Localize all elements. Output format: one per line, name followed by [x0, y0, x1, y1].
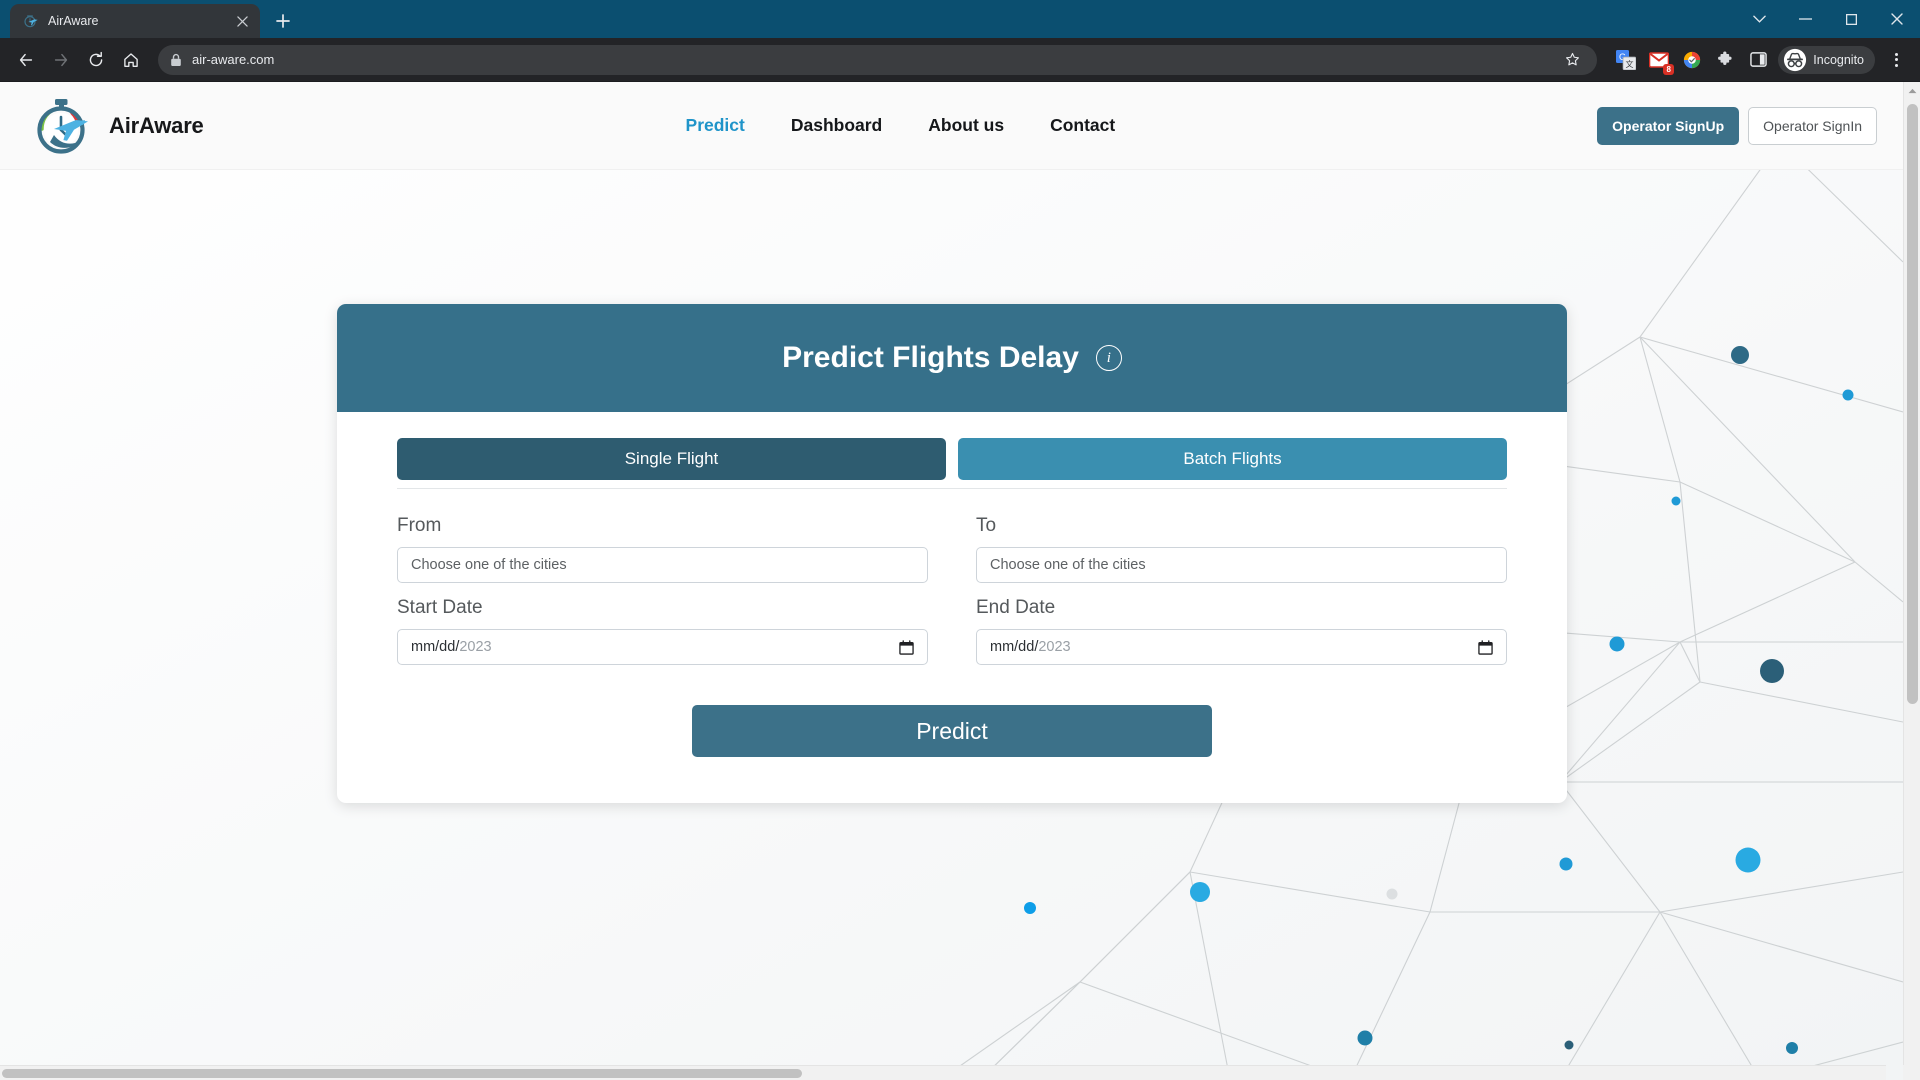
tab-search-chevron-down-icon[interactable] [1736, 0, 1782, 38]
predict-card-header: Predict Flights Delay i [337, 304, 1567, 412]
to-input[interactable]: Choose one of the cities [976, 547, 1507, 583]
gmail-icon[interactable]: 8 [1647, 48, 1675, 75]
predict-button[interactable]: Predict [692, 705, 1212, 757]
flight-mode-tabs: Single Flight Batch Flights [397, 438, 1507, 480]
google-translate-icon[interactable]: G 文 [1614, 48, 1638, 72]
nav-item-contact[interactable]: Contact [1050, 115, 1115, 136]
horizontal-scrollbar[interactable] [0, 1065, 1886, 1080]
calendar-icon[interactable] [1478, 639, 1493, 655]
tab-batch-flights[interactable]: Batch Flights [958, 438, 1507, 480]
header-actions: Operator SignUp Operator SignIn [1597, 106, 1877, 145]
svg-text:文: 文 [1626, 59, 1634, 69]
close-window-button[interactable] [1874, 0, 1920, 38]
new-tab-button[interactable] [268, 6, 298, 36]
to-placeholder: Choose one of the cities [990, 557, 1146, 573]
minimize-button[interactable] [1782, 0, 1828, 38]
star-icon[interactable] [1559, 47, 1585, 73]
info-icon[interactable]: i [1095, 345, 1122, 371]
address-bar-url: air-aware.com [192, 52, 275, 67]
vertical-scrollbar[interactable] [1903, 82, 1920, 1080]
tab-single-flight[interactable]: Single Flight [397, 438, 946, 480]
browser-toolbar: air-aware.com G 文 8 Incognito [0, 38, 1920, 82]
site-header: AirAware Predict Dashboard About us Cont… [0, 82, 1903, 170]
address-bar[interactable]: air-aware.com [158, 44, 1598, 75]
color-wheel-icon[interactable] [1680, 48, 1704, 72]
extension-icons: G 文 8 [1608, 48, 1770, 75]
from-input[interactable]: Choose one of the cities [397, 547, 928, 583]
back-arrow-icon[interactable] [10, 44, 42, 76]
reload-icon[interactable] [80, 44, 112, 76]
operator-signin-button[interactable]: Operator SignIn [1748, 106, 1877, 145]
airaware-favicon-icon [22, 13, 39, 30]
scrollbar-corner [1903, 1065, 1920, 1080]
incognito-indicator[interactable]: Incognito [1778, 45, 1875, 74]
start-date-value: mm/dd/2023 [411, 639, 492, 655]
end-date-value: mm/dd/2023 [990, 639, 1071, 655]
predict-submit-row: Predict [397, 705, 1507, 757]
forward-arrow-icon [45, 44, 77, 76]
field-start-date: Start Date mm/dd/2023 [397, 587, 928, 665]
maximize-button[interactable] [1828, 0, 1874, 38]
field-from: From Choose one of the cities [397, 505, 928, 583]
from-label: From [397, 515, 442, 536]
predict-card: Predict Flights Delay i Single Flight Ba… [337, 304, 1567, 803]
scroll-up-arrow-icon[interactable] [1904, 82, 1920, 99]
nav-item-predict[interactable]: Predict [686, 115, 745, 136]
calendar-icon[interactable] [899, 639, 914, 655]
field-to: To Choose one of the cities [976, 505, 1507, 583]
gmail-unread-badge: 8 [1663, 63, 1675, 75]
page-title: Predict Flights Delay [782, 341, 1079, 374]
predict-form: From Choose one of the cities To Choose … [397, 505, 1507, 665]
start-date-input[interactable]: mm/dd/2023 [397, 629, 928, 665]
brand-name: AirAware [109, 112, 204, 138]
nav-item-dashboard[interactable]: Dashboard [791, 115, 882, 136]
lock-icon [170, 53, 182, 67]
stopwatch-plane-logo-icon [34, 95, 100, 157]
browser-titlebar: AirAware [0, 0, 1920, 38]
to-label: To [976, 515, 997, 536]
horizontal-scrollbar-thumb[interactable] [2, 1069, 802, 1078]
home-icon[interactable] [115, 44, 147, 76]
from-placeholder: Choose one of the cities [411, 557, 567, 573]
browser-tab-title: AirAware [48, 14, 99, 28]
kebab-menu-icon[interactable] [1882, 46, 1910, 74]
nav-item-about-us[interactable]: About us [928, 115, 1004, 136]
predict-card-body: Single Flight Batch Flights From Choose … [337, 412, 1567, 803]
tabs-divider [397, 488, 1507, 489]
window-controls [1736, 0, 1920, 38]
field-end-date: End Date mm/dd/2023 [976, 587, 1507, 665]
brand-logo[interactable]: AirAware [34, 95, 204, 157]
browser-window: AirAware air-aware.com G 文 8 Incognito A… [0, 0, 1920, 1080]
end-date-input[interactable]: mm/dd/2023 [976, 629, 1507, 665]
incognito-icon [1783, 48, 1807, 72]
incognito-label: Incognito [1813, 52, 1864, 67]
close-icon[interactable] [232, 11, 252, 31]
browser-tab[interactable]: AirAware [10, 4, 260, 38]
extensions-puzzle-icon[interactable] [1713, 48, 1737, 72]
main-navigation: Predict Dashboard About us Contact [204, 115, 1598, 136]
side-panel-icon[interactable] [1746, 48, 1770, 72]
web-page: AirAware Predict Dashboard About us Cont… [0, 82, 1903, 1080]
vertical-scrollbar-thumb[interactable] [1907, 104, 1918, 704]
start-date-label: Start Date [397, 597, 483, 618]
operator-signup-button[interactable]: Operator SignUp [1597, 106, 1740, 145]
end-date-label: End Date [976, 597, 1056, 618]
page-viewport: AirAware Predict Dashboard About us Cont… [0, 82, 1920, 1080]
